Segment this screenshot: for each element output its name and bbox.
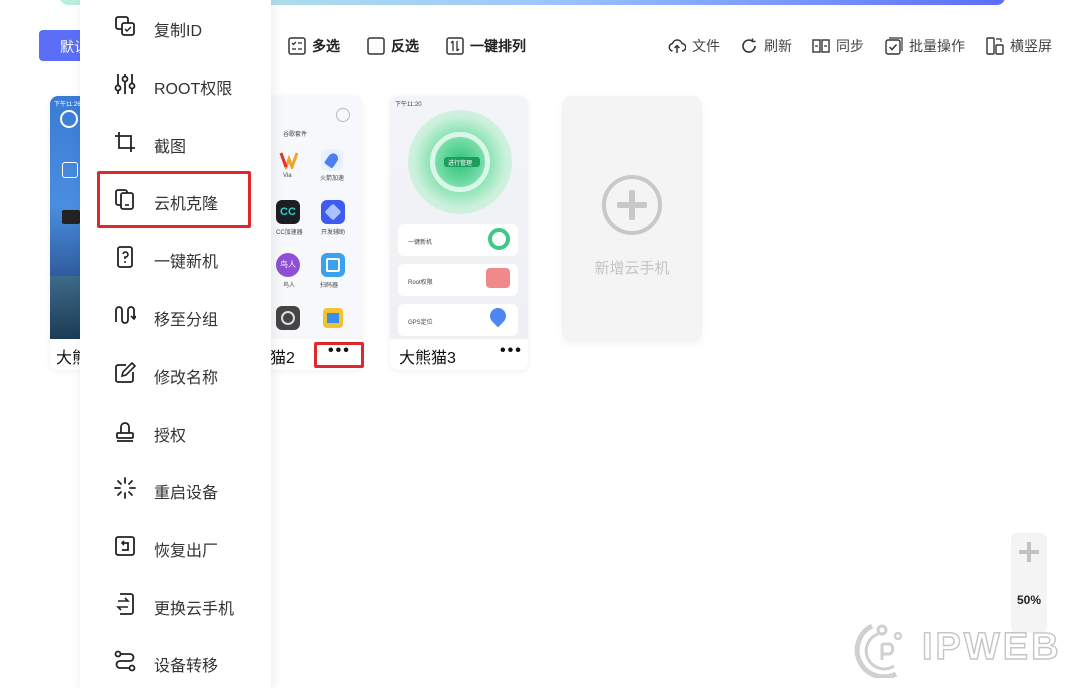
device-1-app-icon-2 [62, 210, 80, 224]
via-app-icon [279, 152, 299, 169]
move-group-icon [115, 306, 136, 324]
device-3-row-2: Root权限 [398, 264, 518, 296]
batch-ops-button[interactable]: 批量操作 [885, 36, 965, 56]
via-app-label: Via [283, 173, 292, 179]
refresh-icon [742, 38, 756, 53]
device-3-row-1-label: 一键新机 [408, 240, 433, 246]
file-button[interactable]: 文件 [668, 36, 720, 56]
zoom-in-icon[interactable] [1019, 542, 1039, 562]
add-cloud-phone-card[interactable]: 新增云手机 [562, 96, 702, 342]
restart-icon [114, 477, 136, 499]
menu-item-screenshot[interactable]: 截图 [80, 122, 271, 162]
menu-item-move-group[interactable]: 移至分组 [80, 295, 271, 335]
orientation-button[interactable]: 横竖屏 [986, 36, 1052, 56]
sync-button[interactable]: 同步 [812, 36, 864, 56]
dev-helper-app-label: 开发辅助 [321, 230, 346, 236]
device-3-row-3-label: GPS定位 [408, 320, 433, 326]
scanner-app-label: 扫码器 [320, 283, 339, 289]
highlight-more-button [314, 342, 364, 368]
yellow-app-icon [323, 308, 343, 328]
device-3-manage-circle: 进行管理 [408, 110, 512, 214]
edit-icon [115, 362, 136, 383]
cc-app-label: CC加速器 [276, 230, 303, 236]
watermark-text: IPWEB [921, 625, 1062, 668]
crop-icon [115, 132, 135, 152]
zoom-control: 50% [1011, 533, 1047, 633]
device-3-row-1: 一键新机 [398, 224, 518, 256]
sliders-icon [114, 74, 136, 94]
rocket-app-label: 火箭加速 [320, 176, 345, 182]
device-3-row-2-label: Root权限 [408, 280, 433, 286]
refresh-button[interactable]: 刷新 [740, 36, 792, 56]
one-key-sort-button[interactable]: 一键排列 [446, 36, 526, 56]
lock-app-icon [276, 306, 300, 330]
checkbox-icon [367, 37, 385, 55]
transfer-icon [114, 650, 136, 672]
copy-id-icon [115, 16, 135, 36]
device-1-add-icon [62, 162, 78, 178]
menu-item-root[interactable]: ROOT权限 [80, 64, 271, 104]
device-3-box-icon [486, 268, 510, 288]
menu-item-factory-reset[interactable]: 恢复出厂 [80, 526, 271, 566]
rocket-app-icon [321, 149, 343, 171]
invert-select-label: 反选 [391, 38, 419, 54]
swap-phone-icon [116, 593, 134, 615]
zoom-level: 50% [1016, 593, 1042, 607]
cc-app-icon: CC [276, 200, 300, 224]
batch-check-icon [885, 37, 903, 55]
sync-icon [812, 39, 830, 53]
device-3-status-time: 下午11:20 [395, 102, 422, 108]
one-key-sort-label: 一键排列 [470, 38, 526, 54]
device-3-refresh-icon [488, 228, 510, 250]
device-3-circle-label: 进行管理 [448, 161, 473, 167]
add-cloud-phone-label: 新增云手机 [594, 260, 670, 277]
multi-select-label: 多选 [312, 38, 340, 54]
file-label: 文件 [692, 38, 720, 54]
menu-item-rename[interactable]: 修改名称 [80, 353, 271, 393]
new-device-icon [117, 246, 133, 268]
device-3-screen[interactable]: 下午11:20 进行管理 一键新机 Root权限 GPS定位 [390, 96, 528, 339]
invert-select-button[interactable]: 反选 [367, 36, 419, 56]
authorize-icon [116, 422, 134, 442]
rotate-screen-icon [986, 37, 1004, 55]
sync-label: 同步 [836, 38, 864, 54]
scanner-app-icon [321, 253, 345, 277]
dev-helper-app-icon [321, 200, 345, 224]
factory-reset-icon [115, 536, 135, 556]
device-2-download-icon [336, 108, 350, 122]
menu-item-new-device[interactable]: 一键新机 [80, 237, 271, 277]
menu-item-copy-id[interactable]: 复制ID [80, 6, 271, 46]
highlight-clone-item [97, 171, 251, 228]
device-card-3[interactable]: 下午11:20 进行管理 一键新机 Root权限 GPS定位 大熊猫3 ••• [390, 96, 528, 370]
ipweb-watermark: IPWEB [852, 620, 1067, 680]
device-2-tab-label: 谷歌套件 [283, 132, 308, 138]
device-context-menu: 复制ID ROOT权限 截图 云机克隆 一键新机 移至分组 修改名称 授权 重启… [80, 0, 271, 688]
multi-select-button[interactable]: 多选 [288, 36, 340, 56]
device-2-name: 猫2 [270, 350, 295, 367]
add-circle-icon [602, 175, 662, 235]
batch-ops-label: 批量操作 [909, 38, 965, 54]
menu-item-swap-phone[interactable]: 更换云手机 [80, 584, 271, 624]
device-3-row-3: GPS定位 [398, 304, 518, 336]
bird-app-icon: 鸟人 [276, 253, 300, 277]
device-3-pin-icon [486, 304, 510, 328]
watermark-logo-icon [854, 623, 903, 678]
menu-item-restart[interactable]: 重启设备 [80, 468, 271, 508]
device-1-app-icon [60, 110, 78, 128]
cloud-upload-icon [668, 39, 686, 53]
refresh-label: 刷新 [764, 38, 792, 54]
menu-item-authorize[interactable]: 授权 [80, 411, 271, 451]
orientation-label: 横竖屏 [1010, 38, 1052, 54]
sort-icon [446, 37, 464, 55]
device-3-name: 大熊猫3 [399, 350, 456, 367]
menu-item-transfer[interactable]: 设备转移 [80, 641, 271, 681]
device-3-more-button[interactable]: ••• [500, 342, 523, 360]
checklist-icon [288, 37, 306, 55]
bird-app-label: 鸟人 [283, 283, 296, 289]
